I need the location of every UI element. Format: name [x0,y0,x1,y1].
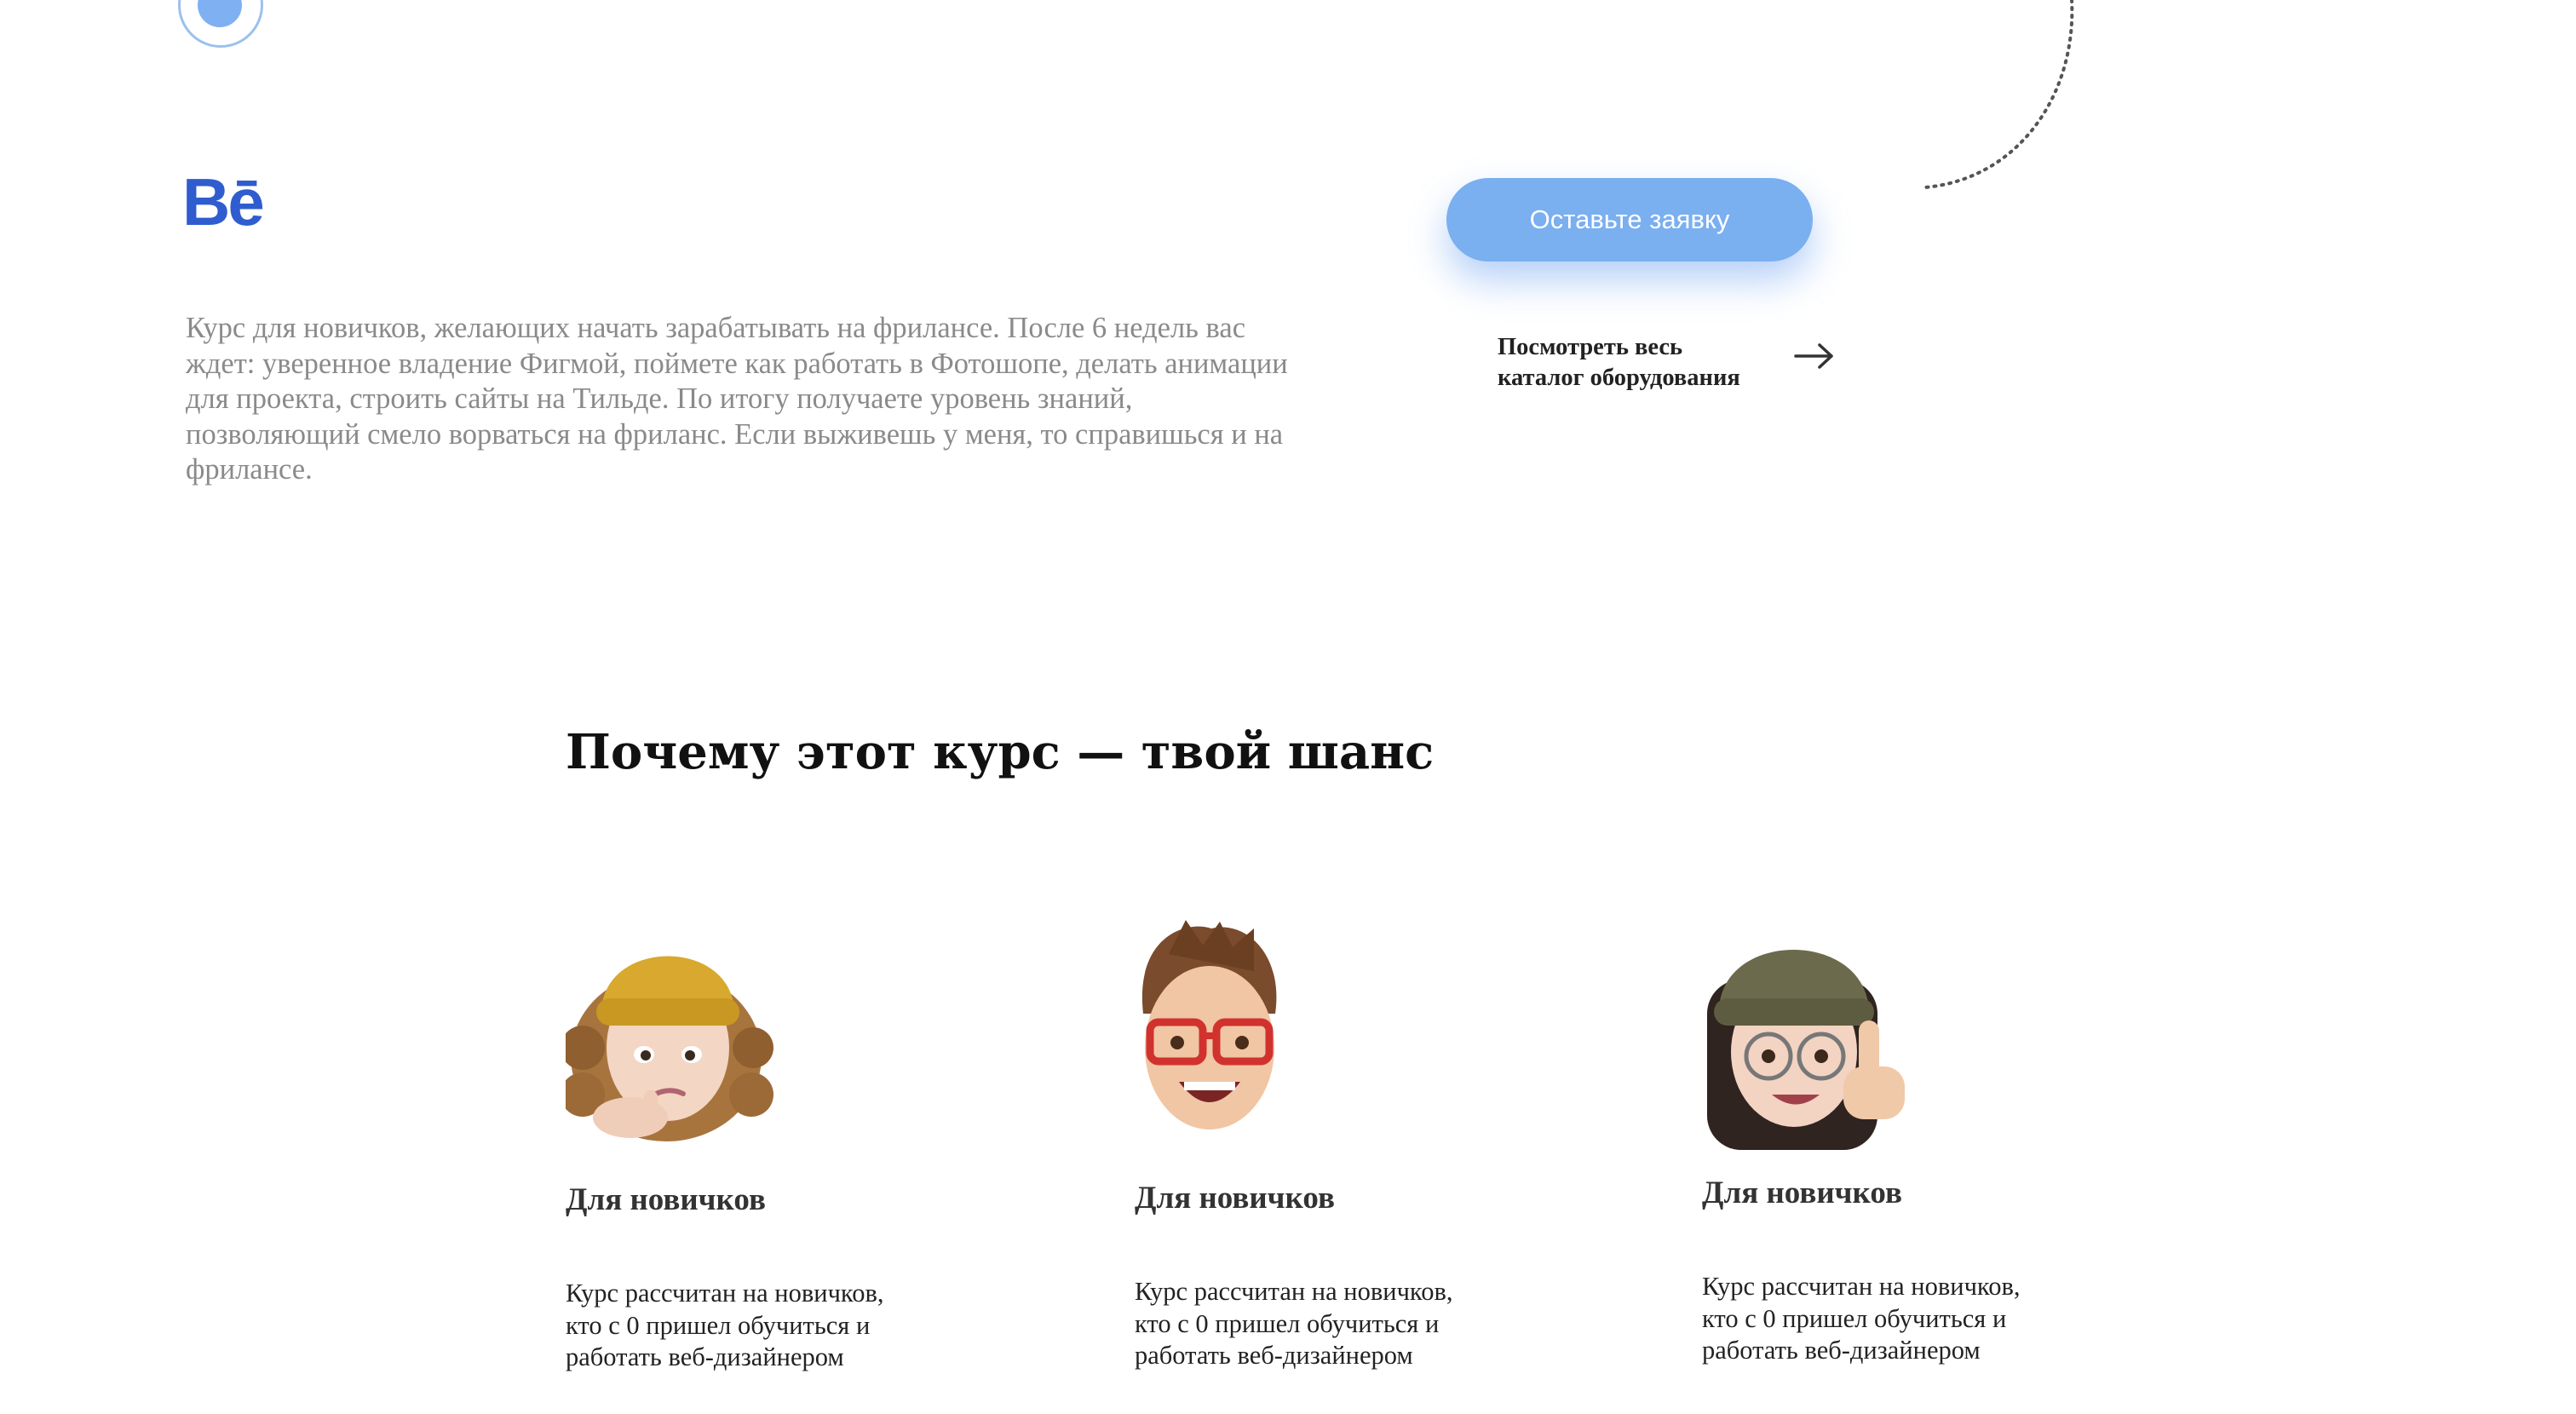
card-text-3: Курс рассчитан на новичков, кто с 0 приш… [1702,1272,2021,1365]
memoji-avatar-1 [566,920,774,1146]
behance-logo[interactable]: Bē [182,169,265,235]
card-title-2: Для новичков [1135,1181,1335,1216]
card-text-1: Курс рассчитан на новичков, кто с 0 приш… [566,1279,884,1371]
section-title: Почему этот курс — твой шанс [566,724,1435,780]
view-catalog-link[interactable]: Посмотреть весь каталог оборудования [1498,332,1838,394]
memoji-avatar-2 [1135,920,1284,1137]
dotted-arc-decoration [1923,0,2074,189]
memoji-avatar-3 [1702,920,1911,1154]
catalog-link-line2: каталог оборудования [1498,365,1740,391]
catalog-link-line1: Посмотреть весь [1498,334,1683,360]
course-description: Курс для новичков, желающих начать зараб… [186,312,1288,486]
card-title-1: Для новичков [566,1182,766,1217]
arrow-right-icon[interactable] [1794,341,1835,371]
card-title-3: Для новичков [1702,1175,1902,1210]
card-text-2: Курс рассчитан на новичков, кто с 0 приш… [1135,1277,1453,1370]
submit-application-button[interactable]: Оставьте заявку [1446,178,1813,262]
